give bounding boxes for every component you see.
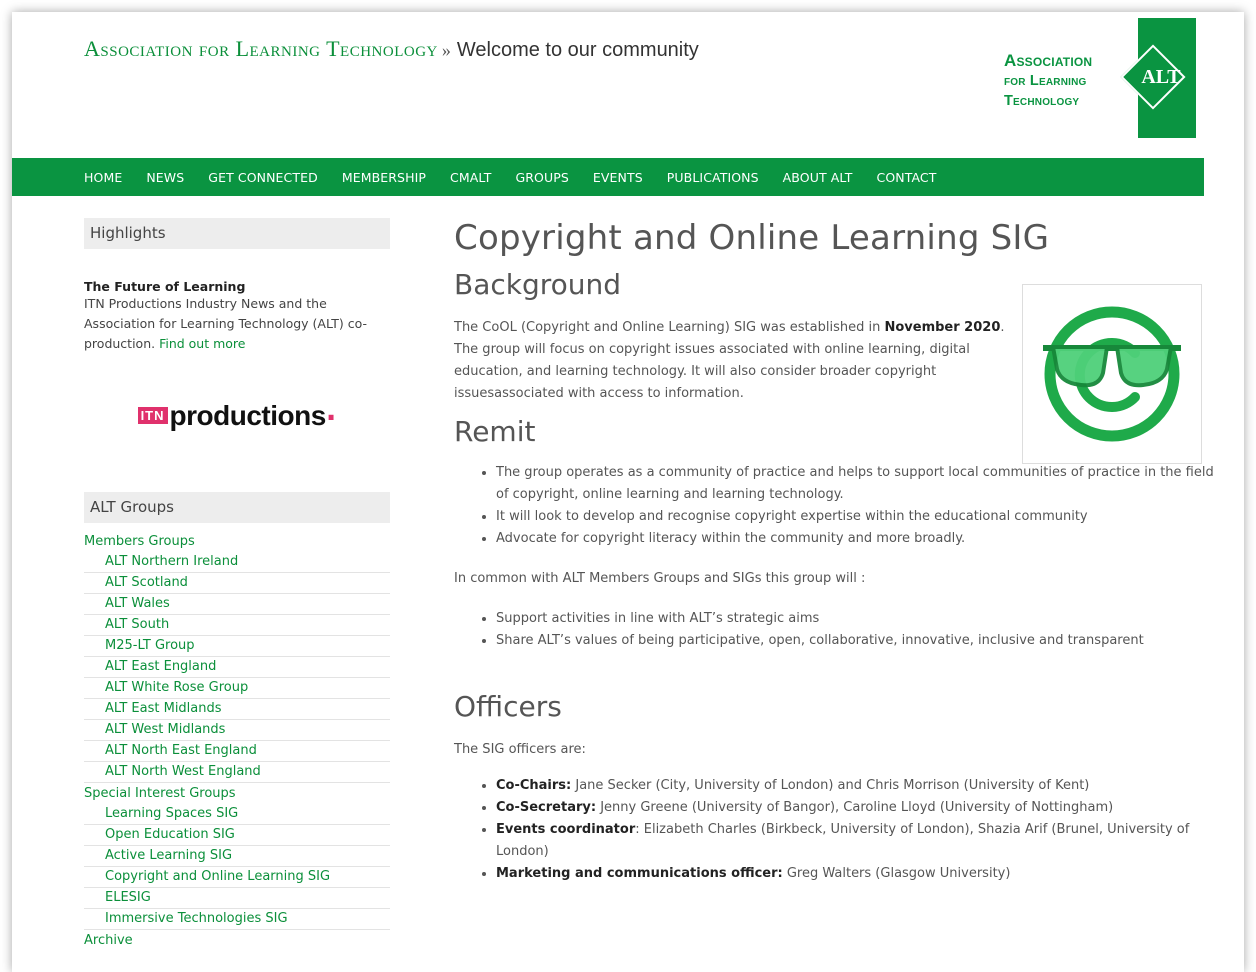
officer-item: Co-Chairs: Jane Secker (City, University… bbox=[496, 775, 1214, 797]
nav-contact[interactable]: CONTACT bbox=[877, 170, 937, 185]
remit-list: The group operates as a community of pra… bbox=[454, 462, 1214, 550]
common-intro: In common with ALT Members Groups and SI… bbox=[454, 571, 866, 586]
common-item: Support activities in line with ALT’s st… bbox=[496, 608, 1214, 630]
group-link[interactable]: ALT South bbox=[84, 615, 390, 636]
officer-role: Events coordinator bbox=[496, 822, 636, 837]
officers-list: Co-Chairs: Jane Secker (City, University… bbox=[454, 775, 1214, 885]
officer-names: Jane Secker (City, University of London)… bbox=[571, 778, 1090, 793]
background-heading: Background bbox=[454, 268, 622, 301]
remit-item: The group operates as a community of pra… bbox=[496, 462, 1214, 506]
logo-wordmark: Association for Learning Technology bbox=[1004, 50, 1092, 112]
group-link[interactable]: ALT Scotland bbox=[84, 573, 390, 594]
nav-news[interactable]: NEWS bbox=[146, 170, 184, 185]
group-link[interactable]: ALT Northern Ireland bbox=[84, 552, 390, 573]
group-link[interactable]: ALT East Midlands bbox=[84, 699, 390, 720]
sig-link[interactable]: Open Education SIG bbox=[84, 825, 390, 846]
nav-groups[interactable]: GROUPS bbox=[515, 170, 568, 185]
site-tagline: Welcome to our community bbox=[456, 39, 699, 61]
main-content: Copyright and Online Learning SIG Backgr… bbox=[454, 218, 1214, 885]
logo-line1: Association bbox=[1004, 51, 1093, 70]
site-title[interactable]: Association for Learning Technology» Welc… bbox=[84, 36, 699, 62]
logo-line2: for Learning bbox=[1004, 73, 1087, 89]
groups-title: ALT Groups bbox=[84, 492, 390, 523]
main-nav: HOME NEWS GET CONNECTED MEMBERSHIP CMALT… bbox=[12, 158, 1204, 196]
nav-get-connected[interactable]: GET CONNECTED bbox=[208, 170, 318, 185]
group-link[interactable]: ALT Wales bbox=[84, 594, 390, 615]
logo-mark: ALT bbox=[1141, 66, 1181, 88]
sig-link[interactable]: Copyright and Online Learning SIG bbox=[84, 867, 390, 888]
group-link[interactable]: ALT White Rose Group bbox=[84, 678, 390, 699]
background-text-start: The CoOL (Copyright and Online Learning)… bbox=[454, 320, 885, 335]
sig-link[interactable]: Active Learning SIG bbox=[84, 846, 390, 867]
nav-cmalt[interactable]: CMALT bbox=[450, 170, 491, 185]
nav-events[interactable]: EVENTS bbox=[593, 170, 643, 185]
common-item: Share ALT’s values of being participativ… bbox=[496, 630, 1214, 652]
sig-link[interactable]: Learning Spaces SIG bbox=[84, 804, 390, 825]
remit-heading: Remit bbox=[454, 415, 536, 448]
officer-role: Marketing and communications officer: bbox=[496, 866, 783, 881]
nav-membership[interactable]: MEMBERSHIP bbox=[342, 170, 426, 185]
members-groups-link[interactable]: Members Groups bbox=[84, 531, 390, 552]
itn-productions-logo[interactable]: ITN productions. bbox=[84, 394, 390, 434]
itn-logo-word: productions bbox=[169, 399, 327, 431]
archive-link[interactable]: Archive bbox=[84, 930, 390, 951]
officer-item: Events coordinator: Elizabeth Charles (B… bbox=[496, 819, 1214, 863]
background-date: November 2020 bbox=[884, 320, 1001, 335]
page: Association for Learning Technology» Welc… bbox=[12, 12, 1244, 972]
nav-publications[interactable]: PUBLICATIONS bbox=[667, 170, 759, 185]
itn-logo-box: ITN bbox=[137, 407, 168, 424]
remit-item: It will look to develop and recognise co… bbox=[496, 506, 1214, 528]
groups-list: Members Groups ALT Northern Ireland ALT … bbox=[84, 531, 390, 951]
find-out-more-link[interactable]: Find out more bbox=[159, 336, 245, 351]
nav-about-alt[interactable]: ABOUT ALT bbox=[783, 170, 853, 185]
group-link[interactable]: ALT West Midlands bbox=[84, 720, 390, 741]
group-link[interactable]: M25-LT Group bbox=[84, 636, 390, 657]
special-interest-groups-link[interactable]: Special Interest Groups bbox=[84, 783, 390, 804]
highlight-item-title: The Future of Learning bbox=[84, 279, 246, 294]
officers-intro: The SIG officers are: bbox=[454, 742, 586, 757]
org-name[interactable]: Association for Learning Technology bbox=[84, 36, 438, 61]
sidebar: Highlights The Future of Learning ITN Pr… bbox=[84, 218, 390, 951]
nav-home[interactable]: HOME bbox=[84, 170, 122, 185]
page-title: Copyright and Online Learning SIG bbox=[454, 218, 1050, 258]
alt-logo[interactable]: Association for Learning Technology ALT bbox=[1004, 18, 1208, 138]
background-paragraph: The CoOL (Copyright and Online Learning)… bbox=[454, 317, 1014, 405]
officers-heading: Officers bbox=[454, 690, 562, 723]
highlights-title: Highlights bbox=[84, 218, 390, 249]
common-list: Support activities in line with ALT’s st… bbox=[454, 608, 1214, 652]
officer-item: Marketing and communications officer: Gr… bbox=[496, 863, 1214, 885]
sig-link[interactable]: Immersive Technologies SIG bbox=[84, 909, 390, 930]
highlight-item-body: ITN Productions Industry News and the As… bbox=[84, 294, 390, 354]
title-separator: » bbox=[441, 40, 451, 60]
group-link[interactable]: ALT North East England bbox=[84, 741, 390, 762]
group-link[interactable]: ALT North West England bbox=[84, 762, 390, 783]
officer-names: Greg Walters (Glasgow University) bbox=[782, 866, 1011, 881]
remit-item: Advocate for copyright literacy within t… bbox=[496, 528, 1214, 550]
group-link[interactable]: ALT East England bbox=[84, 657, 390, 678]
logo-line3: Technology bbox=[1004, 93, 1080, 109]
officer-item: Co-Secretary: Jenny Greene (University o… bbox=[496, 797, 1214, 819]
officer-names: Jenny Greene (University of Bangor), Car… bbox=[596, 800, 1114, 815]
officer-role: Co-Secretary: bbox=[496, 800, 597, 815]
sig-link[interactable]: ELESIG bbox=[84, 888, 390, 909]
groups-widget: ALT Groups Members Groups ALT Northern I… bbox=[84, 492, 390, 951]
itn-logo-dot-icon: . bbox=[325, 394, 337, 427]
officer-role: Co-Chairs: bbox=[496, 778, 572, 793]
